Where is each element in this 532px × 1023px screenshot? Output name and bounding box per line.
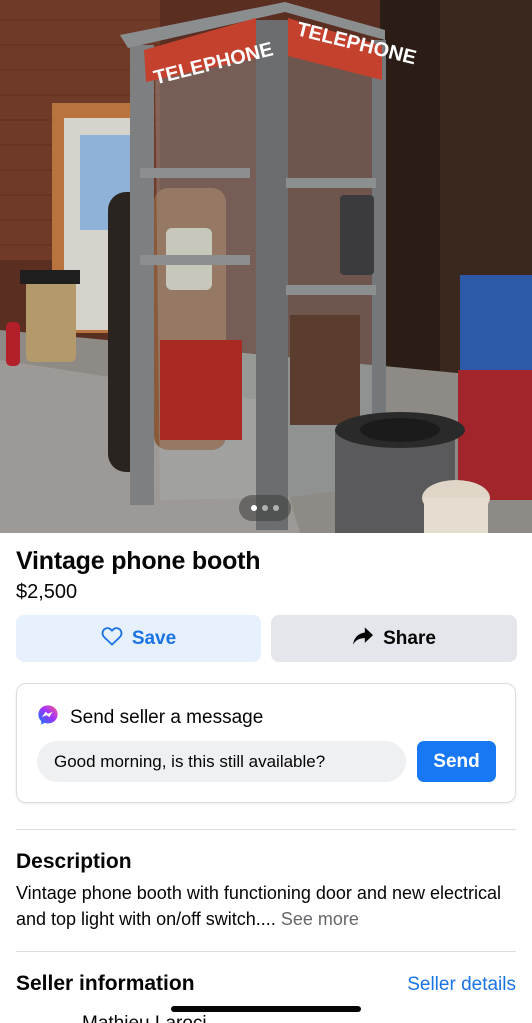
save-button[interactable]: Save — [16, 615, 261, 662]
photo-dot — [262, 505, 268, 511]
home-indicator — [171, 1006, 361, 1012]
message-card-title: Send seller a message — [70, 707, 264, 728]
listing-title: Vintage phone booth — [16, 547, 261, 575]
seller-details-link[interactable]: Seller details — [407, 974, 516, 996]
photo-pagination — [239, 495, 291, 521]
listing-price: $2,500 — [16, 581, 78, 603]
message-seller-card: Send seller a message Good morning, is t… — [16, 683, 516, 803]
send-button[interactable]: Send — [417, 741, 496, 782]
seller-name[interactable]: Mathieu Laroci... — [82, 1013, 222, 1023]
section-divider — [16, 951, 516, 952]
share-label: Share — [383, 627, 436, 649]
section-divider — [16, 829, 516, 830]
share-button[interactable]: Share — [271, 615, 517, 662]
seller-info-heading: Seller information — [16, 972, 195, 995]
save-label: Save — [131, 627, 177, 649]
message-card-header: Send seller a message — [37, 704, 263, 732]
photo-dot-active — [251, 505, 257, 511]
see-more-link[interactable]: See more — [281, 909, 359, 929]
message-input[interactable]: Good morning, is this still available? — [37, 741, 406, 782]
share-arrow-icon — [352, 626, 374, 652]
listing-photo[interactable]: TELEPHONE TELEPHONE — [0, 0, 532, 533]
photo-dot — [273, 505, 279, 511]
messenger-icon — [37, 704, 59, 732]
heart-outline-icon — [101, 626, 123, 652]
description-body: Vintage phone booth with functioning doo… — [16, 883, 502, 929]
description-text: Vintage phone booth with functioning doo… — [16, 880, 521, 932]
phone-booth-image: TELEPHONE TELEPHONE — [0, 0, 532, 533]
description-heading: Description — [16, 850, 132, 873]
